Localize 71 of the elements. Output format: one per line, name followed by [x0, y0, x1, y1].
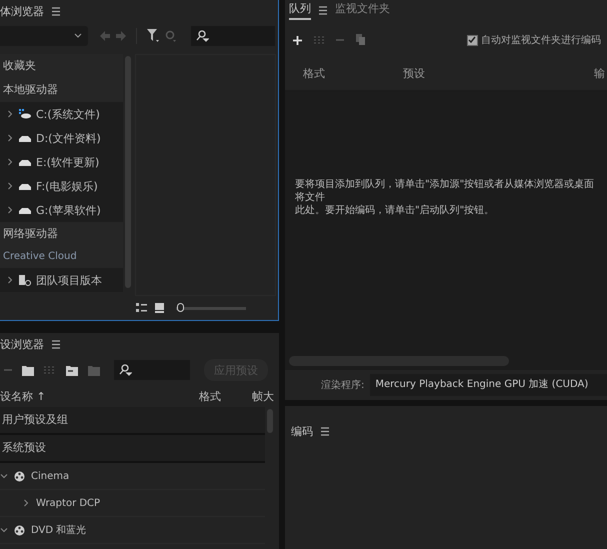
drive-label: C:(系统文件) [36, 106, 100, 122]
search-field[interactable] [114, 360, 190, 380]
panel-title: 编码 [291, 424, 313, 438]
drive-icon [19, 206, 31, 214]
renderer-dropdown[interactable]: Mercury Playback Engine GPU 加速 (CUDA) [370, 374, 607, 396]
duplicate-icon[interactable] [356, 34, 366, 46]
drive-item[interactable]: D:(文件资料) [0, 126, 123, 150]
chevron-down-icon [74, 33, 82, 39]
team-item[interactable]: 团队项目版本 [0, 268, 123, 292]
filter-icon[interactable] [147, 29, 159, 43]
drive-icon [19, 182, 31, 190]
search-field[interactable] [191, 26, 275, 46]
chevron-right-icon[interactable] [6, 276, 14, 284]
panel-title: 体浏览器 [0, 4, 44, 18]
renderer-label: 渲染程序: [321, 378, 364, 392]
system-drive-icon [19, 109, 31, 119]
drive-item[interactable]: E:(软件更新) [0, 150, 123, 174]
preset-row[interactable]: Wraptor DCP [0, 490, 265, 517]
preset-group-row[interactable]: 系统预设 [0, 435, 265, 463]
tab[interactable]: 队列 [289, 0, 311, 20]
film-reel-icon [14, 524, 25, 536]
import-folder-icon[interactable] [66, 364, 78, 376]
preset-label: Wraptor DCP [36, 498, 100, 508]
drive-item[interactable]: F:(电影娱乐) [0, 174, 123, 198]
menu-icon[interactable] [321, 426, 329, 436]
drive-label: E:(软件更新) [36, 154, 100, 170]
chevron-right-icon[interactable] [6, 158, 14, 166]
drive-label: G:(苹果软件) [36, 202, 101, 218]
drive-label: F:(电影娱乐) [36, 178, 98, 194]
column-header[interactable]: 格式 [199, 389, 221, 404]
chevron-down-icon[interactable] [0, 472, 8, 480]
menu-icon[interactable] [52, 6, 60, 16]
menu-icon[interactable] [319, 6, 327, 14]
drive-label: D:(文件资料) [36, 130, 101, 146]
plus-icon[interactable] [293, 36, 302, 44]
icon-view-icon[interactable] [155, 303, 164, 313]
slider-thumb[interactable] [176, 302, 184, 312]
chevron-down-icon[interactable] [0, 526, 8, 534]
new-folder-icon[interactable] [22, 364, 34, 376]
drive-item[interactable]: G:(苹果软件) [0, 198, 123, 222]
list-view-icon[interactable] [136, 303, 147, 313]
drive-item[interactable]: C:(系统文件) [0, 102, 123, 126]
search-icon [118, 364, 132, 376]
panel-title: 设浏览器 [0, 336, 44, 352]
chevron-right-icon[interactable] [6, 182, 14, 190]
preset-row[interactable]: DVD 和蓝光 [0, 517, 265, 544]
search-icon [195, 30, 209, 42]
drive-icon [19, 134, 31, 142]
column-header[interactable]: 设名称 ↑ [0, 389, 46, 404]
column-header[interactable]: 输 [594, 66, 605, 81]
menu-icon[interactable] [52, 340, 60, 348]
checkmark-icon [468, 36, 476, 44]
film-reel-icon [14, 470, 25, 482]
chevron-right-icon[interactable] [6, 134, 14, 142]
column-header[interactable]: 格式 [303, 66, 325, 81]
column-header[interactable]: 帧大 [252, 389, 274, 404]
empty-queue-message: 此处。要开始编码，请单击"启动队列"按钮。 [295, 204, 496, 217]
team-item-label: 团队项目版本 [36, 272, 102, 288]
preset-group-row[interactable]: 用户预设及组 [0, 407, 265, 435]
preset-label: DVD 和蓝光 [31, 524, 86, 537]
document-icon [19, 274, 31, 286]
drive-icon [19, 158, 31, 166]
tab[interactable]: 监视文件夹 [335, 0, 390, 20]
column-header[interactable]: 预设 [403, 66, 425, 81]
chevron-right-icon[interactable] [6, 110, 14, 118]
preset-label: Cinema [31, 470, 70, 482]
auto-encode-checkbox[interactable]: 自动对监视文件夹进行编码 [467, 33, 607, 47]
empty-queue-message: 要将项目添加到队列，请单击"添加源"按钮或者从媒体浏览器或桌面将文件 [295, 178, 596, 204]
chevron-right-icon[interactable] [6, 206, 14, 214]
preset-row[interactable]: Cinema [0, 463, 265, 490]
chevron-right-icon[interactable] [22, 499, 30, 507]
